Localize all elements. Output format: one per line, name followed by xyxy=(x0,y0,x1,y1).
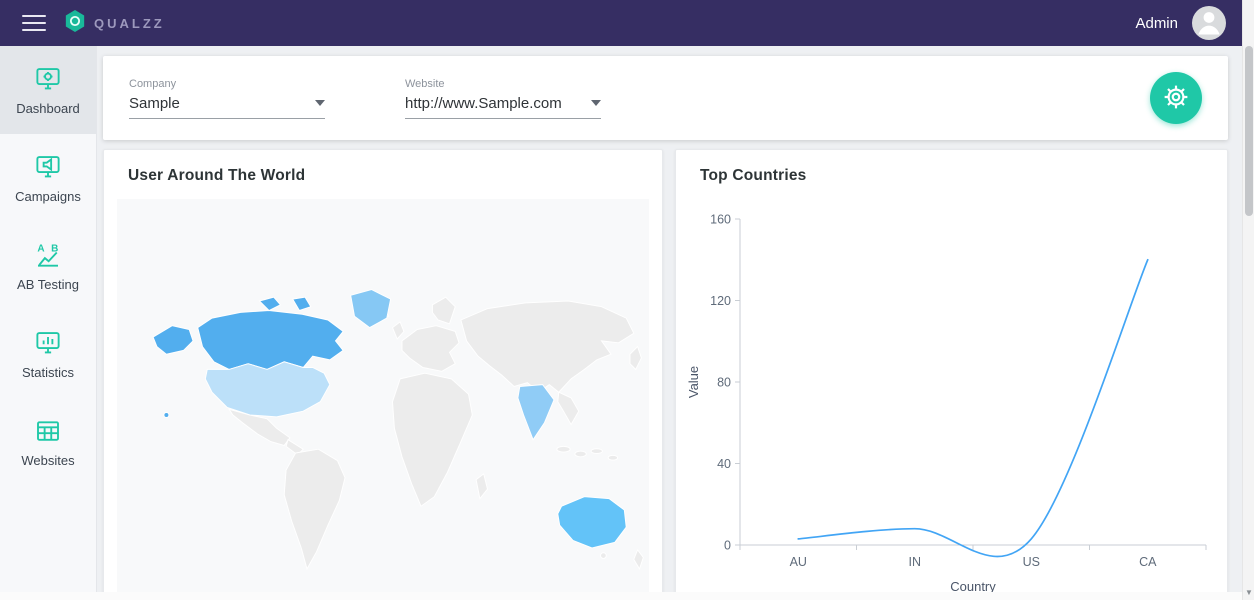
person-icon xyxy=(1192,6,1226,40)
svg-text:40: 40 xyxy=(717,457,731,471)
gear-icon xyxy=(1163,84,1189,113)
map-region-india[interactable] xyxy=(517,384,555,441)
svg-text:AU: AU xyxy=(789,555,806,569)
svg-text:80: 80 xyxy=(717,376,731,390)
company-label: Company xyxy=(129,77,177,90)
svg-text:IN: IN xyxy=(908,555,921,569)
websites-icon xyxy=(33,416,63,446)
world-map[interactable] xyxy=(117,199,649,600)
scrollbar-thumb[interactable] xyxy=(1245,46,1253,216)
map-region-australia[interactable] xyxy=(557,496,627,549)
top-countries-line-chart[interactable]: 04080120160AU IN US CACountryValue xyxy=(682,205,1222,600)
website-label: Website xyxy=(405,77,445,90)
sidebar-item-campaigns[interactable]: Campaigns xyxy=(0,134,96,222)
sidebar-item-websites[interactable]: Websites xyxy=(0,398,96,486)
sidebar-item-ab-testing[interactable]: A B AB Testing xyxy=(0,222,96,310)
sidebar-item-statistics[interactable]: Statistics xyxy=(0,310,96,398)
map-region-canada-islands[interactable] xyxy=(291,296,312,312)
ab-testing-icon: A B xyxy=(33,240,63,270)
brand-name: QUALZZ xyxy=(94,15,165,31)
map-region-alaska[interactable] xyxy=(152,325,194,355)
map-region-canada-islands[interactable] xyxy=(258,296,282,312)
settings-button[interactable] xyxy=(1150,72,1202,124)
menu-icon[interactable] xyxy=(22,15,46,31)
horizontal-scrollbar[interactable] xyxy=(0,592,1242,600)
map-region-greenland[interactable] xyxy=(350,289,392,329)
svg-text:0: 0 xyxy=(724,539,731,553)
dashboard-icon xyxy=(33,64,63,94)
scroll-down-arrow[interactable]: ▼ xyxy=(1243,587,1254,599)
user-name[interactable]: Admin xyxy=(1135,15,1178,32)
campaigns-icon xyxy=(33,152,63,182)
company-value: Sample xyxy=(129,94,180,112)
svg-text:US: US xyxy=(1022,555,1039,569)
top-bar: QUALZZ Admin xyxy=(0,0,1242,46)
map-panel-title: User Around The World xyxy=(128,167,306,184)
chart-panel: Top Countries 0 40 80 120 160 AU IN US CA Country… xyxy=(675,149,1228,600)
svg-text:120: 120 xyxy=(710,294,731,308)
sidebar-item-label: Dashboard xyxy=(16,101,80,116)
website-select[interactable]: Website http://www.Sample.com xyxy=(405,78,601,119)
chart-panel-title: Top Countries xyxy=(700,167,807,184)
website-value: http://www.Sample.com xyxy=(405,94,562,112)
sidebar: Dashboard Campaigns A B AB Testing Stati… xyxy=(0,46,97,600)
statistics-icon xyxy=(33,328,63,358)
filter-card: Company Sample Website http://www.Sample… xyxy=(103,56,1228,140)
user-avatar[interactable] xyxy=(1192,6,1226,40)
sidebar-item-label: Campaigns xyxy=(15,189,81,204)
map-region-usa[interactable] xyxy=(204,361,331,418)
company-select[interactable]: Company Sample xyxy=(129,78,325,119)
sidebar-item-label: AB Testing xyxy=(17,277,79,292)
map-panel: User Around The World xyxy=(103,149,663,600)
vertical-scrollbar[interactable]: ▼ xyxy=(1242,0,1254,600)
svg-text:B: B xyxy=(51,243,58,254)
brand-logo[interactable]: QUALZZ xyxy=(64,9,165,38)
sidebar-item-label: Websites xyxy=(21,453,75,468)
sidebar-item-dashboard[interactable]: Dashboard xyxy=(0,46,96,134)
chevron-down-icon xyxy=(591,100,601,106)
map-region-pacific-island[interactable] xyxy=(163,412,170,418)
main-content: Company Sample Website http://www.Sample… xyxy=(97,46,1242,600)
brand-icon xyxy=(64,9,86,38)
sidebar-item-label: Statistics xyxy=(21,365,74,380)
map-region-canada[interactable] xyxy=(197,310,344,370)
chevron-down-icon xyxy=(315,100,325,106)
svg-text:CA: CA xyxy=(1139,555,1157,569)
svg-text:A: A xyxy=(37,243,44,254)
svg-text:Value: Value xyxy=(686,366,701,398)
panels-row: User Around The World Top Countries 0 40… xyxy=(103,149,1228,600)
svg-text:160: 160 xyxy=(710,213,731,227)
